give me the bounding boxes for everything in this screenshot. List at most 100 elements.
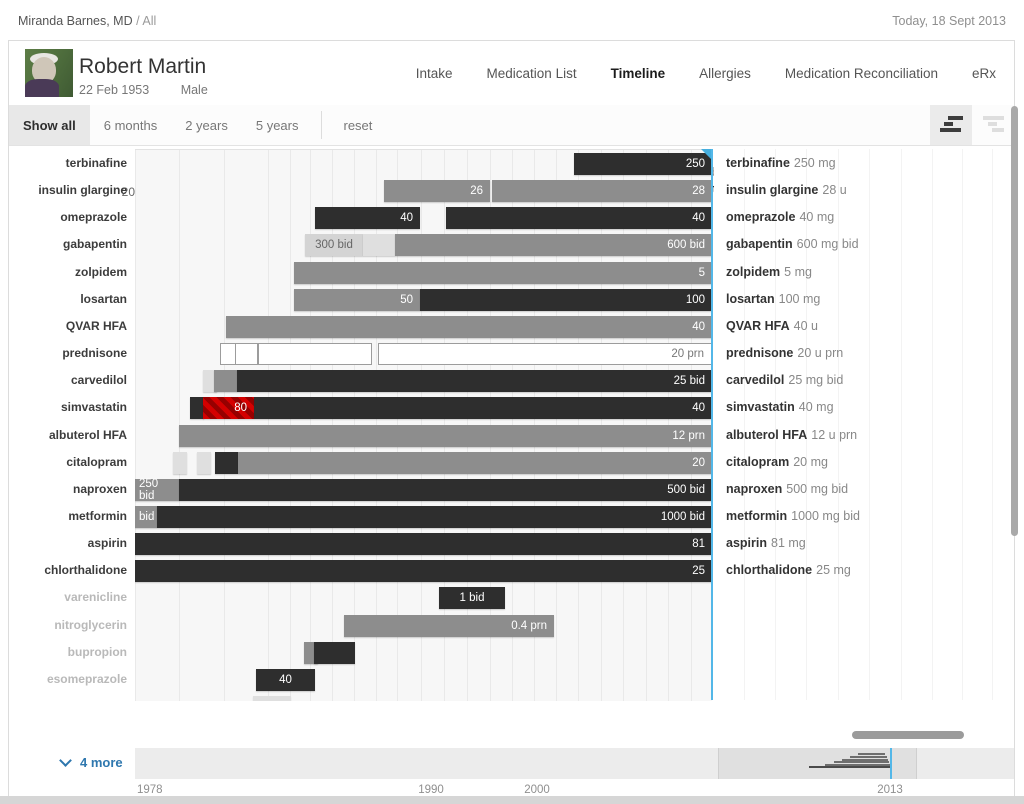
med-bar-segment[interactable]: 40 xyxy=(226,316,712,338)
med-bar-segment[interactable]: 20 xyxy=(238,452,712,474)
med-row-label[interactable]: albuterol HFA xyxy=(15,424,127,446)
med-row-label[interactable]: simvastatin xyxy=(15,396,127,418)
filter-2-years[interactable]: 2 years xyxy=(171,105,242,145)
med-bar-segment[interactable] xyxy=(363,234,395,256)
med-bar-segment[interactable] xyxy=(190,397,204,419)
med-bar-segment[interactable]: 600 bid xyxy=(395,234,712,256)
horizontal-scrollbar-thumb[interactable] xyxy=(852,731,964,739)
med-list-dose: 81 mg xyxy=(771,536,806,550)
tab-timeline[interactable]: Timeline xyxy=(611,66,666,81)
minimap-med-bar xyxy=(858,753,885,755)
med-bar-segment[interactable]: 12 prn xyxy=(179,425,712,447)
med-bar-segment[interactable]: 81 xyxy=(135,533,712,555)
bar-dose-label: 25 bid xyxy=(674,375,705,387)
tab-medication-reconciliation[interactable]: Medication Reconciliation xyxy=(785,66,938,81)
med-list-name: gabapentin xyxy=(726,237,793,251)
med-bar-segment[interactable]: 100 xyxy=(420,289,712,311)
med-list-item[interactable]: metformin1000 mg bid xyxy=(726,505,860,527)
med-bar-segment[interactable]: 40 xyxy=(256,669,315,691)
med-bar-segment[interactable]: 5 xyxy=(294,262,712,284)
med-list-item[interactable]: insulin glargine28 u xyxy=(726,179,847,201)
tab-medication-list[interactable]: Medication List xyxy=(487,66,577,81)
tab-allergies[interactable]: Allergies xyxy=(699,66,751,81)
breadcrumb-user[interactable]: Miranda Barnes, MD xyxy=(18,14,133,28)
filter-show-all[interactable]: Show all xyxy=(9,105,90,145)
med-list-item[interactable]: aspirin 81 mg xyxy=(726,532,806,554)
med-bar-segment[interactable]: 50 xyxy=(294,289,420,311)
med-bar-segment[interactable] xyxy=(220,343,236,365)
med-row-label[interactable]: omeprazole xyxy=(15,206,127,228)
tab-intake[interactable]: Intake xyxy=(416,66,453,81)
sort-by-end-button[interactable] xyxy=(972,105,1014,145)
med-row-label[interactable]: gabapentin xyxy=(15,233,127,255)
vertical-scrollbar-thumb[interactable] xyxy=(1011,106,1018,536)
med-list-item[interactable]: chlorthalidone25 mg xyxy=(726,559,851,581)
med-list-item[interactable]: terbinafine250 mg xyxy=(726,152,836,174)
med-list-item[interactable]: albuterol HFA12 u prn xyxy=(726,424,857,446)
med-bar-segment[interactable] xyxy=(235,343,258,365)
med-bar-segment[interactable] xyxy=(314,642,355,664)
med-row-label[interactable]: prednisone xyxy=(15,342,127,364)
med-bar-segment[interactable]: 40 xyxy=(315,207,420,229)
med-bar-segment[interactable]: 26 xyxy=(384,180,490,202)
med-bar-segment[interactable]: 250 xyxy=(574,153,712,175)
med-row-label[interactable]: varenicline xyxy=(15,586,127,608)
med-bar-segment[interactable]: 500 bid xyxy=(179,479,712,501)
filter-6-months[interactable]: 6 months xyxy=(90,105,171,145)
med-row-label[interactable]: terbinafine xyxy=(15,152,127,174)
show-more-link[interactable]: 4 more xyxy=(61,755,123,770)
med-list-item[interactable]: citalopram20 mg xyxy=(726,451,828,473)
med-row-label[interactable]: chlorthalidone xyxy=(15,559,127,581)
bar-dose-label: 40 xyxy=(692,212,705,224)
med-list-item[interactable]: gabapentin600 mg bid xyxy=(726,233,859,255)
med-bar-segment[interactable]: 0.4 prn xyxy=(344,615,554,637)
reset-button[interactable]: reset xyxy=(330,105,387,145)
med-row-label[interactable]: nitroglycerin xyxy=(15,614,127,636)
med-bar-segment[interactable]: bid xyxy=(135,506,157,528)
med-bar-segment[interactable]: 28 xyxy=(492,180,712,202)
med-row-label[interactable]: bupropion xyxy=(15,641,127,663)
breadcrumb-context[interactable]: All xyxy=(142,14,156,28)
med-list-name: aspirin xyxy=(726,536,767,550)
med-list-item[interactable]: naproxen500 mg bid xyxy=(726,478,848,500)
med-list-item[interactable]: losartan100 mg xyxy=(726,288,820,310)
med-bar-segment[interactable]: 80 xyxy=(203,397,254,419)
med-row-label[interactable]: aspirin xyxy=(15,532,127,554)
med-row-label[interactable]: QVAR HFA xyxy=(15,315,127,337)
med-bar-segment[interactable] xyxy=(214,370,237,392)
med-bar-segment[interactable]: 25 xyxy=(135,560,712,582)
timeline-minimap[interactable]: 1978199020002013 xyxy=(135,748,1014,779)
med-bar-segment[interactable]: 25 bid xyxy=(237,370,712,392)
med-list-name: QVAR HFA xyxy=(726,319,790,333)
med-bar-segment[interactable]: 250 bid xyxy=(135,479,179,501)
med-row-label[interactable]: naproxen xyxy=(15,478,127,500)
med-bar-segment[interactable] xyxy=(197,452,211,474)
med-bar-segment[interactable] xyxy=(258,343,372,365)
med-bar-segment[interactable]: 1 bid xyxy=(439,587,505,609)
med-list-dose: 5 mg xyxy=(784,265,812,279)
med-row-label[interactable]: metformin xyxy=(15,505,127,527)
med-list-item[interactable]: carvedilol25 mg bid xyxy=(726,369,843,391)
current-date-label: Today, 18 Sept 2013 xyxy=(892,14,1006,28)
med-bar-segment[interactable] xyxy=(215,452,238,474)
med-list-item[interactable]: prednisone20 u prn xyxy=(726,342,843,364)
med-row-label[interactable]: losartan xyxy=(15,288,127,310)
med-bar-segment[interactable]: 300 bid xyxy=(305,234,363,256)
med-list-item[interactable]: omeprazole40 mg xyxy=(726,206,834,228)
med-row-label[interactable]: citalopram xyxy=(15,451,127,473)
filter-5-years[interactable]: 5 years xyxy=(242,105,313,145)
med-row-label[interactable]: carvedilol xyxy=(15,369,127,391)
med-list-item[interactable]: zolpidem5 mg xyxy=(726,261,812,283)
med-bar-segment[interactable]: 1000 bid xyxy=(157,506,712,528)
med-row-label[interactable]: zolpidem xyxy=(15,261,127,283)
med-bar-segment[interactable]: 40 xyxy=(254,397,712,419)
med-row-label[interactable]: esomeprazole xyxy=(15,668,127,690)
med-row-label[interactable]: insulin glargine xyxy=(15,179,127,201)
med-list-item[interactable]: QVAR HFA40 u xyxy=(726,315,818,337)
med-bar-segment[interactable]: 40 xyxy=(446,207,712,229)
med-list-item[interactable]: simvastatin40 mg xyxy=(726,396,834,418)
med-bar-segment[interactable]: 20 prn xyxy=(378,343,712,365)
sort-by-start-button[interactable] xyxy=(930,105,972,145)
tab-erx[interactable]: eRx xyxy=(972,66,996,81)
med-bar-segment[interactable] xyxy=(173,452,187,474)
